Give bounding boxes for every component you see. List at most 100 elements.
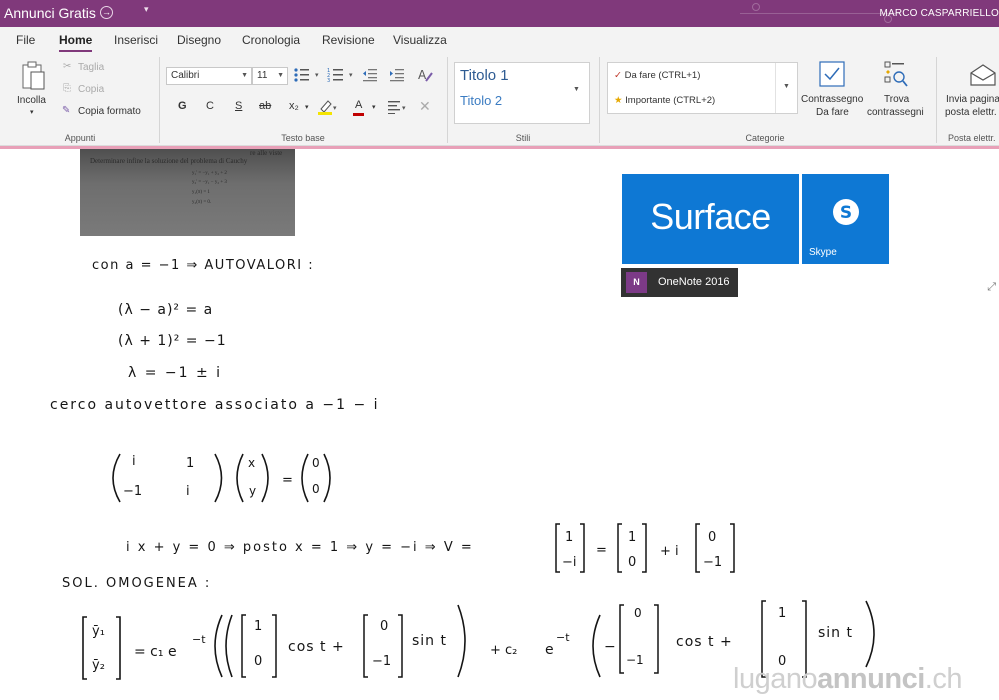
close-icon: ✕ [419, 98, 431, 114]
numbering-icon[interactable]: 1 2 3 ▾ [327, 67, 357, 83]
subscript-button[interactable]: x₂ [289, 100, 299, 112]
styles-scroll[interactable]: ▼ [566, 62, 590, 124]
ink-text: cos t + [676, 634, 733, 650]
paste-icon[interactable] [20, 61, 46, 91]
ink-heading: SOL. OMOGENEA : [62, 576, 211, 591]
style-heading2[interactable]: Titolo 2 [460, 93, 502, 108]
email-page-button[interactable]: Invia pagina [946, 94, 999, 105]
email-page-button-line2[interactable]: posta elettr. [945, 107, 997, 118]
strikethrough-button[interactable]: ab [259, 100, 271, 112]
todo-tag-button-line2[interactable]: Da fare [816, 107, 849, 118]
ink-equals: = [596, 543, 607, 558]
ink-vector-cell: y [249, 484, 256, 498]
style-heading1[interactable]: Titolo 1 [460, 67, 509, 84]
ink-vector-cell: ȳ₁ [92, 624, 105, 639]
ink-text: + c₂ [490, 643, 517, 658]
highlight-icon[interactable]: ▾ [318, 99, 338, 115]
font-name-value: Calibri [171, 70, 200, 81]
ink-bracket [555, 523, 560, 573]
title-decoration [740, 13, 900, 14]
tab-file[interactable]: File [16, 33, 35, 47]
watermark: luganoannunci.ch [733, 663, 962, 696]
tags-scroll[interactable]: ▼ [775, 63, 797, 113]
find-tags-button[interactable]: Trova [884, 94, 909, 105]
paste-dropdown-icon[interactable]: ▾ [30, 108, 34, 116]
paragraph-align-icon[interactable]: ▾ [388, 100, 410, 114]
ink-vector-cell: −1 [372, 654, 391, 669]
ink-vector-cell: x [248, 456, 255, 470]
handwriting-ink: con a = −1 ⇒ AUTOVALORI : (λ − a)² = a (… [50, 258, 875, 680]
ink-text: sin t [412, 633, 447, 649]
ink-bracket [323, 453, 331, 503]
clear-formatting-icon[interactable]: A [418, 67, 434, 83]
copy-button[interactable]: Copia [78, 84, 104, 95]
email-page-icon[interactable] [969, 63, 997, 87]
tags-gallery[interactable]: ✓ Da fare (CTRL+1) ★ Importante (CTRL+2)… [607, 62, 798, 114]
tab-inserisci[interactable]: Inserisci [114, 33, 158, 47]
font-size-value: 11 [257, 70, 268, 81]
ink-vector-cell: 0 [254, 654, 262, 669]
ink-vector-cell: 0 [312, 456, 320, 470]
ink-equation: λ = −1 ± i [128, 365, 222, 381]
ink-vector-cell: −i [562, 555, 577, 570]
chevron-down-icon[interactable]: ▾ [372, 103, 376, 111]
ink-bracket [592, 614, 601, 678]
cut-button[interactable]: Taglia [78, 62, 104, 73]
ink-text: cos t + [288, 639, 345, 655]
ink-bracket [642, 523, 647, 573]
bullets-icon[interactable]: ▾ [293, 67, 323, 83]
tab-visualizza[interactable]: Visualizza [393, 33, 447, 47]
font-color-button[interactable]: A [355, 99, 362, 111]
tag-item-todo[interactable]: ✓ Da fare (CTRL+1) [614, 70, 700, 81]
ink-bracket [236, 453, 244, 503]
tab-cronologia[interactable]: Cronologia [242, 33, 300, 47]
chevron-down-icon: ▼ [573, 86, 580, 93]
tab-home[interactable]: Home [59, 33, 93, 52]
tab-disegno[interactable]: Disegno [177, 33, 221, 47]
bold-button[interactable]: G [178, 100, 187, 112]
chevron-down-icon: ▼ [241, 72, 248, 79]
tab-revisione[interactable]: Revisione [322, 33, 375, 47]
user-name[interactable]: MARCO CASPARRIELLO [879, 8, 999, 19]
ribbon-separator [447, 57, 448, 143]
note-page[interactable]: re alle viste Determinare infine la solu… [0, 149, 999, 700]
todo-tag-button[interactable]: Contrassegno [801, 94, 863, 105]
todo-tag-icon[interactable] [819, 61, 845, 87]
ink-vector-cell: −1 [626, 653, 644, 667]
format-painter-icon: ✎ [62, 105, 71, 116]
ink-bracket [261, 453, 269, 503]
title-decoration-circle [752, 3, 760, 11]
paste-button[interactable]: Incolla [17, 95, 46, 106]
decrease-indent-icon[interactable] [363, 68, 377, 82]
chevron-down-icon[interactable]: ▾ [305, 103, 309, 111]
ink-line: con a = −1 ⇒ AUTOVALORI : [92, 258, 314, 273]
font-size-combo[interactable]: 11 ▼ [252, 67, 288, 85]
ink-vector-cell: −1 [703, 555, 722, 570]
sync-arrow-icon[interactable]: → [100, 6, 113, 19]
increase-indent-icon[interactable] [390, 68, 404, 82]
font-name-combo[interactable]: Calibri ▼ [166, 67, 252, 85]
ink-bracket [398, 614, 403, 678]
cut-icon: ✂ [63, 61, 72, 72]
group-label-testo-base: Testo base [281, 133, 325, 143]
quick-access-dropdown-icon[interactable]: ▾ [144, 4, 149, 15]
title-bar: Annunci Gratis → ▾ MARCO CASPARRIELLO [0, 0, 999, 27]
tag-item-important-label: Importante (CTRL+2) [625, 95, 716, 106]
tag-item-todo-label: Da fare (CTRL+1) [624, 70, 701, 81]
format-painter-button[interactable]: Copia formato [78, 106, 141, 117]
find-tags-icon[interactable] [883, 60, 909, 88]
find-tags-button-line2[interactable]: contrassegni [867, 107, 924, 118]
italic-button[interactable]: C [206, 100, 214, 112]
ribbon: Incolla ▾ ✂ Taglia ⎘ Copia ✎ Copia forma… [0, 53, 999, 146]
ink-vector-cell: 0 [634, 606, 642, 620]
ribbon-separator [599, 57, 600, 143]
ink-bracket [619, 604, 624, 674]
tag-item-important[interactable]: ★ Importante (CTRL+2) [614, 95, 715, 106]
ink-exponent: −t [556, 631, 570, 644]
ink-equation: (λ + 1)² = −1 [118, 333, 227, 349]
ink-text: − [604, 639, 616, 655]
ink-bracket [214, 614, 223, 678]
font-color-swatch [353, 113, 364, 116]
underline-button[interactable]: S [235, 100, 242, 112]
ribbon-tabs: File Home Inserisci Disegno Cronologia R… [0, 27, 999, 53]
